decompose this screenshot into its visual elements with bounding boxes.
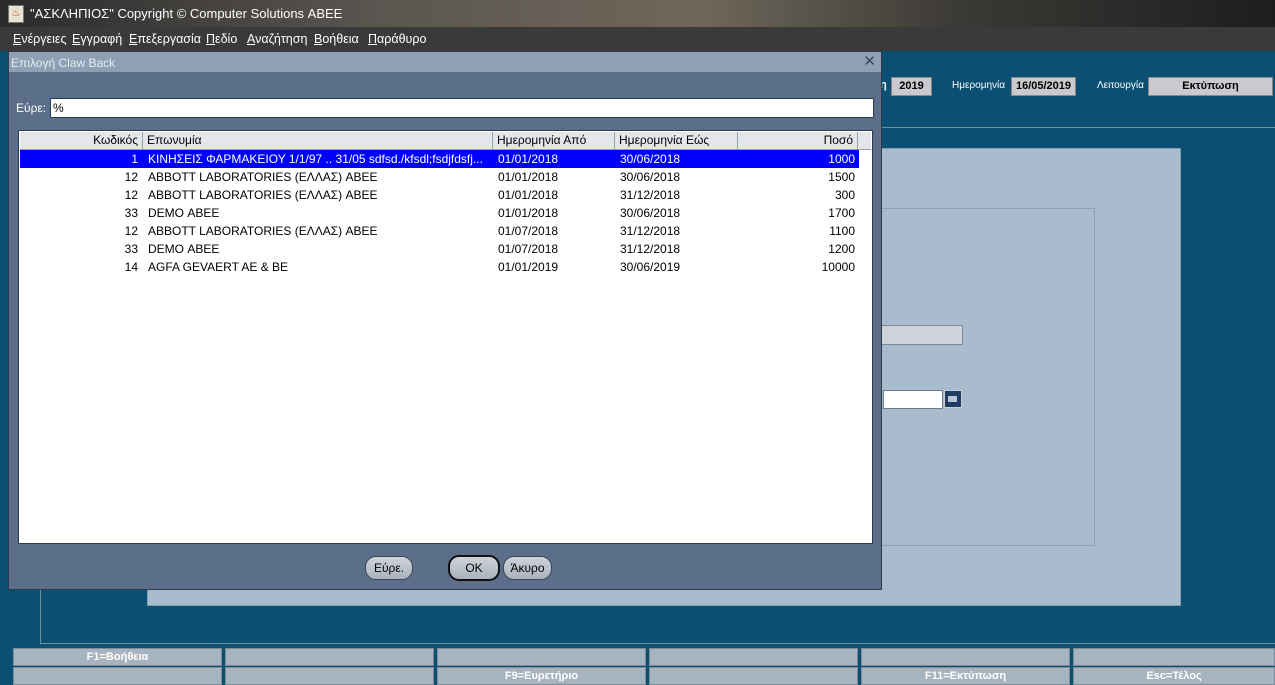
menu-window[interactable]: Παράθυρο xyxy=(368,32,426,46)
function-key-empty[interactable] xyxy=(13,667,222,685)
cell-amount: 1500 xyxy=(828,170,855,184)
cell-name: ABBOTT LABORATORIES (ΕΛΛΑΣ) ΑΒΕΕ xyxy=(148,188,378,202)
cell-amount: 1200 xyxy=(828,242,855,256)
cell-amount: 1000 xyxy=(828,152,855,166)
form-frame xyxy=(875,208,1095,546)
window-title-bar: ♨ "ΑΣΚΛΗΠΙΟΣ" Copyright © Computer Solut… xyxy=(0,0,1275,27)
column-header-code[interactable]: Κωδικός xyxy=(20,132,143,149)
cell-date-from: 01/01/2018 xyxy=(498,188,559,202)
cell-date-to: 30/06/2018 xyxy=(620,152,681,166)
function-key-empty[interactable] xyxy=(1073,648,1275,666)
date-label: Ημερομηνία xyxy=(952,80,1006,91)
find-input[interactable]: % xyxy=(50,98,874,118)
column-header-name[interactable]: Επωνυμία xyxy=(143,132,493,149)
cell-code: 12 xyxy=(124,188,138,202)
function-key-empty[interactable] xyxy=(861,648,1070,666)
cell-name: ABBOTT LABORATORIES (ΕΛΛΑΣ) ΑΒΕΕ xyxy=(148,170,378,184)
menu-record[interactable]: Εγγραφή xyxy=(72,32,122,46)
menu-actions[interactable]: Ενέργειες xyxy=(13,32,66,46)
cell-date-to: 30/06/2019 xyxy=(620,260,681,274)
cell-date-from: 01/01/2018 xyxy=(498,170,559,184)
cell-name: DEMO ΑΒΕΕ xyxy=(148,242,220,256)
f1-help-key[interactable]: F1=Βοήθεια xyxy=(13,648,222,666)
cell-name: ABBOTT LABORATORIES (ΕΛΛΑΣ) ΑΒΕΕ xyxy=(148,224,378,238)
calendar-icon[interactable] xyxy=(944,390,962,408)
cell-code: 1 xyxy=(131,152,138,166)
function-key-empty[interactable] xyxy=(649,667,858,685)
cell-date-from: 01/07/2018 xyxy=(498,224,559,238)
form-field[interactable] xyxy=(878,325,963,345)
list-item[interactable]: 33 DEMO ΑΒΕΕ 01/01/2018 30/06/2018 1700 xyxy=(20,204,859,222)
list-item[interactable]: 1 ΚΙΝΗΣΕΙΣ ΦΑΡΜΑΚΕΙΟΥ 1/1/97 .. 31/05 sd… xyxy=(20,150,859,168)
f11-print-key[interactable]: F11=Εκτύπωση xyxy=(861,667,1070,685)
cell-date-from: 01/01/2018 xyxy=(498,152,559,166)
function-key-empty[interactable] xyxy=(649,648,858,666)
column-header-date-from[interactable]: Ημερομηνία Από xyxy=(493,132,615,149)
cell-amount: 300 xyxy=(834,188,855,202)
list-item[interactable]: 12 ABBOTT LABORATORIES (ΕΛΛΑΣ) ΑΒΕΕ 01/0… xyxy=(20,186,859,204)
cell-amount: 1700 xyxy=(828,206,855,220)
menu-field[interactable]: Πεδίο xyxy=(206,32,237,46)
esc-exit-key[interactable]: Esc=Τέλος xyxy=(1073,667,1275,685)
cell-amount: 10000 xyxy=(821,260,855,274)
f9-index-key[interactable]: F9=Ευρετήριο xyxy=(437,667,646,685)
list-item[interactable]: 12 ABBOTT LABORATORIES (ΕΛΛΑΣ) ΑΒΕΕ 01/0… xyxy=(20,168,859,186)
column-header-date-to[interactable]: Ημερομηνία Εώς xyxy=(615,132,738,149)
menu-search[interactable]: Αναζήτηση xyxy=(247,32,307,46)
menu-help[interactable]: Βοήθεια xyxy=(314,32,359,46)
date-field[interactable]: 16/05/2019 xyxy=(1011,77,1076,96)
cell-date-from: 01/01/2018 xyxy=(498,206,559,220)
column-header-amount[interactable]: Ποσό xyxy=(738,132,858,149)
results-list[interactable]: Κωδικός Επωνυμία Ημερομηνία Από Ημερομην… xyxy=(18,130,873,544)
menu-bar: Ενέργειες Εγγραφή Επεξεργασία Πεδίο Αναζ… xyxy=(0,27,1275,51)
cell-amount: 1100 xyxy=(829,224,855,238)
find-label: Εύρε: xyxy=(16,101,47,115)
cell-name: AGFA GEVAERT AE & BE xyxy=(148,260,289,274)
function-key-empty[interactable] xyxy=(437,648,646,666)
dialog-title: Επιλογή Claw Back xyxy=(11,56,116,70)
cell-date-from: 01/07/2018 xyxy=(498,242,559,256)
cell-code: 12 xyxy=(124,170,138,184)
function-field[interactable]: Εκτύπωση xyxy=(1148,77,1273,96)
cell-code: 12 xyxy=(124,224,138,238)
claw-back-dialog: Επιλογή Claw Back ✕ Εύρε: % Κωδικός Επων… xyxy=(8,51,882,590)
cell-name: ΚΙΝΗΣΕΙΣ ΦΑΡΜΑΚΕΙΟΥ 1/1/97 .. 31/05 sdfs… xyxy=(148,152,483,166)
cell-code: 33 xyxy=(124,206,138,220)
function-key-empty[interactable] xyxy=(225,667,434,685)
ok-button[interactable]: OK xyxy=(448,555,500,581)
cell-code: 14 xyxy=(124,260,138,274)
cell-date-to: 31/12/2018 xyxy=(620,242,681,256)
cancel-button[interactable]: Άκυρο xyxy=(503,556,552,580)
cell-date-to: 30/06/2018 xyxy=(620,170,681,184)
list-item[interactable]: 14 AGFA GEVAERT AE & BE 01/01/2019 30/06… xyxy=(20,258,859,276)
function-key-bar: F1=Βοήθεια F9=Ευρετήριο F11=Εκτύπωση Esc… xyxy=(0,646,1275,685)
list-item[interactable]: 33 DEMO ΑΒΕΕ 01/07/2018 31/12/2018 1200 xyxy=(20,240,859,258)
date-input[interactable] xyxy=(883,390,943,409)
cell-name: DEMO ΑΒΕΕ xyxy=(148,206,220,220)
year-field[interactable]: 2019 xyxy=(891,77,932,96)
java-cup-icon: ♨ xyxy=(8,5,24,23)
find-button[interactable]: Εύρε. xyxy=(365,556,413,580)
cell-code: 33 xyxy=(124,242,138,256)
dialog-title-bar: Επιλογή Claw Back ✕ xyxy=(9,52,881,72)
menu-edit[interactable]: Επεξεργασία xyxy=(129,32,201,46)
list-item[interactable]: 12 ABBOTT LABORATORIES (ΕΛΛΑΣ) ΑΒΕΕ 01/0… xyxy=(20,222,859,240)
cell-date-from: 01/01/2019 xyxy=(498,260,559,274)
close-icon[interactable]: ✕ xyxy=(863,52,876,70)
window-title: "ΑΣΚΛΗΠΙΟΣ" Copyright © Computer Solutio… xyxy=(30,6,343,21)
cell-date-to: 31/12/2018 xyxy=(620,188,681,202)
function-label: Λειτουργία xyxy=(1097,80,1144,91)
list-header: Κωδικός Επωνυμία Ημερομηνία Από Ημερομην… xyxy=(20,132,871,150)
cell-date-to: 31/12/2018 xyxy=(620,224,681,238)
cell-date-to: 30/06/2018 xyxy=(620,206,681,220)
function-key-empty[interactable] xyxy=(225,648,434,666)
